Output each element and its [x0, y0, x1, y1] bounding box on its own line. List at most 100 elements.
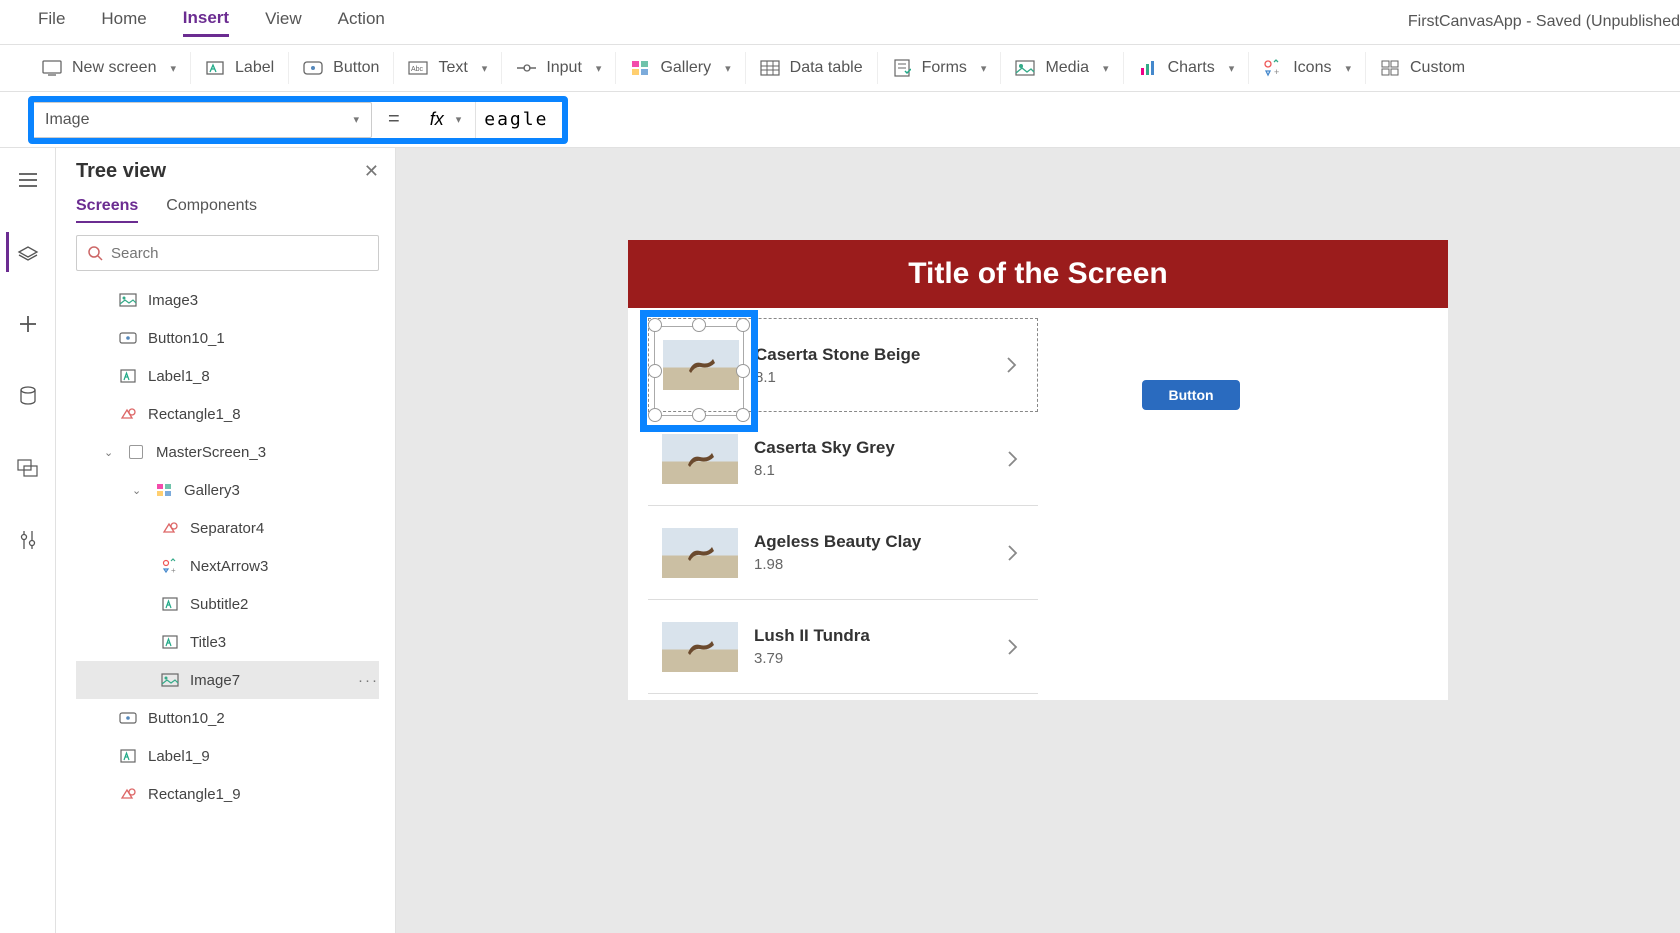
resize-handle[interactable]: [736, 408, 750, 422]
resize-handle[interactable]: [692, 318, 706, 332]
chevron-down-icon: ▾: [596, 62, 602, 75]
tree-item-masterscreen_3[interactable]: ⌄MasterScreen_3: [76, 433, 379, 471]
custom-icon: [1380, 58, 1400, 78]
resize-handle[interactable]: [736, 364, 750, 378]
chevron-down-icon: ▾: [170, 62, 176, 75]
tree-item-rectangle1_8[interactable]: Rectangle1_8: [76, 395, 379, 433]
gallery-dropdown[interactable]: Gallery ▾: [616, 52, 745, 84]
gallery-item[interactable]: Ageless Beauty Clay1.98: [648, 506, 1038, 600]
gallery-item[interactable]: Lush II Tundra3.79: [648, 600, 1038, 694]
forms-label: Forms: [922, 59, 967, 77]
menu-action[interactable]: Action: [338, 9, 385, 35]
custom-label: Custom: [1410, 59, 1465, 77]
icons-dropdown[interactable]: + Icons ▾: [1249, 52, 1366, 84]
tree-item-button10_1[interactable]: Button10_1: [76, 319, 379, 357]
gallery-image[interactable]: [662, 622, 738, 672]
tree-item-rectangle1_9[interactable]: Rectangle1_9: [76, 775, 379, 813]
search-input[interactable]: [111, 245, 368, 262]
label-icon: [118, 366, 138, 386]
fx-dropdown[interactable]: fx ▾: [416, 102, 477, 138]
formula-bar: Image ▾ = fx ▾: [0, 92, 1680, 148]
custom-button[interactable]: Custom: [1366, 52, 1479, 84]
equals-sign: =: [388, 108, 400, 131]
resize-handle[interactable]: [648, 318, 662, 332]
tree-item-nextarrow3[interactable]: +NextArrow3: [76, 547, 379, 585]
chevron-down-icon[interactable]: ⌄: [104, 446, 116, 459]
app-title: FirstCanvasApp - Saved (Unpublished: [1408, 13, 1680, 31]
tools-icon[interactable]: [8, 520, 48, 560]
label-icon: [160, 594, 180, 614]
selection-inner: [654, 326, 744, 416]
chevron-right-icon[interactable]: [1006, 637, 1020, 657]
tree-item-label1_9[interactable]: Label1_9: [76, 737, 379, 775]
menubar: File Home Insert View Action FirstCanvas…: [0, 0, 1680, 44]
tree-search[interactable]: [76, 235, 379, 271]
fx-label: fx: [430, 109, 444, 130]
menu-file[interactable]: File: [38, 9, 65, 35]
tree-item-separator4[interactable]: Separator4: [76, 509, 379, 547]
gallery-item[interactable]: Caserta Sky Grey8.1: [648, 412, 1038, 506]
resize-handle[interactable]: [648, 408, 662, 422]
ribbon: New screen ▾ Label Button Abc Text ▾ Inp…: [0, 44, 1680, 92]
add-icon[interactable]: [8, 304, 48, 344]
tab-components[interactable]: Components: [166, 197, 257, 223]
resize-handle[interactable]: [648, 364, 662, 378]
more-icon[interactable]: ···: [358, 672, 379, 689]
icons-label: Icons: [1293, 59, 1331, 77]
forms-dropdown[interactable]: Forms ▾: [878, 52, 1002, 84]
button-label: Button: [333, 59, 379, 77]
tree-item-image3[interactable]: Image3: [76, 281, 379, 319]
gallery-item-subtitle: 1.98: [754, 556, 921, 573]
hamburger-icon[interactable]: [8, 160, 48, 200]
chevron-down-icon: ▾: [981, 62, 987, 75]
property-dropdown[interactable]: Image ▾: [32, 102, 372, 138]
label-button[interactable]: Label: [191, 52, 289, 84]
chevron-right-icon[interactable]: [1006, 449, 1020, 469]
media-panel-icon[interactable]: [8, 448, 48, 488]
media-label: Media: [1045, 59, 1089, 77]
input-dropdown[interactable]: Input ▾: [502, 52, 616, 84]
tab-screens[interactable]: Screens: [76, 197, 138, 223]
tree-item-label: NextArrow3: [190, 558, 268, 575]
menu-home[interactable]: Home: [101, 9, 146, 35]
button-icon: [303, 58, 323, 78]
tree-item-image7[interactable]: Image7···: [76, 661, 379, 699]
gallery-image[interactable]: [662, 528, 738, 578]
chevron-down-icon: ▾: [1345, 62, 1351, 75]
resize-handle[interactable]: [736, 318, 750, 332]
charts-dropdown[interactable]: Charts ▾: [1124, 52, 1250, 84]
text-dropdown[interactable]: Abc Text ▾: [394, 52, 502, 84]
screen-icon: [126, 442, 146, 462]
shape-icon: [118, 784, 138, 804]
chevron-down-icon[interactable]: ⌄: [132, 484, 144, 497]
tree-item-label: Button10_1: [148, 330, 225, 347]
formula-input[interactable]: [476, 102, 1670, 138]
media-icon: [1015, 58, 1035, 78]
tree-item-label1_8[interactable]: Label1_8: [76, 357, 379, 395]
chevron-right-icon[interactable]: [1005, 355, 1019, 375]
gallery-image[interactable]: [662, 434, 738, 484]
button-button[interactable]: Button: [289, 52, 394, 84]
tree-item-gallery3[interactable]: ⌄Gallery3: [76, 471, 379, 509]
icons-icon: +: [1263, 58, 1283, 78]
tree-list: Image3 Button10_1 Label1_8Rectangle1_8⌄Mas…: [76, 281, 379, 933]
tree-view-icon[interactable]: [6, 232, 46, 272]
data-table-button[interactable]: Data table: [746, 52, 878, 84]
tree-item-button10_2[interactable]: Button10_2: [76, 699, 379, 737]
menu-insert[interactable]: Insert: [183, 8, 229, 37]
chevron-right-icon[interactable]: [1006, 543, 1020, 563]
media-dropdown[interactable]: Media ▾: [1001, 52, 1123, 84]
data-icon[interactable]: [8, 376, 48, 416]
close-icon[interactable]: ✕: [364, 161, 379, 182]
tree-item-label: Subtitle2: [190, 596, 248, 613]
tree-item-title3[interactable]: Title3: [76, 623, 379, 661]
resize-handle[interactable]: [692, 408, 706, 422]
tree-item-subtitle2[interactable]: Subtitle2: [76, 585, 379, 623]
gallery-item-title: Lush II Tundra: [754, 626, 870, 646]
search-icon: [87, 245, 103, 261]
menu-view[interactable]: View: [265, 9, 302, 35]
new-screen-button[interactable]: New screen ▾: [28, 52, 191, 84]
canvas-surface[interactable]: Title of the Screen Caserta Stone Beige8…: [628, 240, 1448, 700]
tree-item-label: Separator4: [190, 520, 264, 537]
canvas-button[interactable]: Button: [1142, 380, 1240, 410]
